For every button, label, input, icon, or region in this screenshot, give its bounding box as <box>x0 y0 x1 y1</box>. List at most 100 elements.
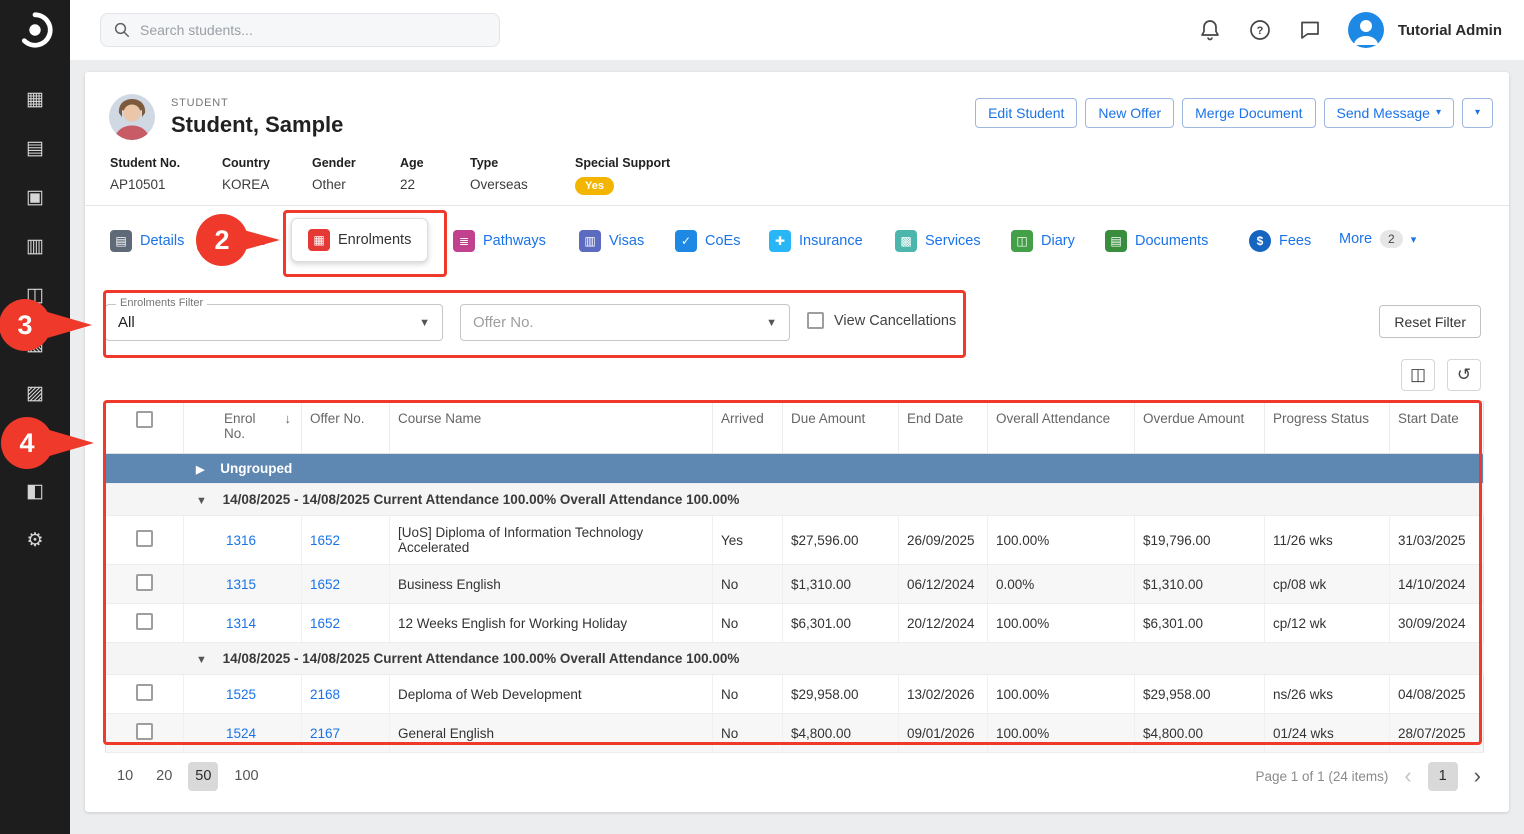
progress-status-cell: ns/26 wks <box>1265 675 1390 714</box>
enrol-no-link[interactable]: 1525 <box>226 687 256 702</box>
end-date-cell: 26/09/2025 <box>899 516 988 565</box>
column-header-overdue-amount[interactable]: Overdue Amount <box>1135 402 1265 454</box>
page-size-20[interactable]: 20 <box>149 762 179 791</box>
view-cancellations-toggle[interactable]: View Cancellations <box>807 312 956 329</box>
info-special-support: Special Support Yes <box>575 156 670 195</box>
send-message-button[interactable]: Send Message ▾ <box>1324 98 1454 128</box>
visas-icon: ▥ <box>579 230 601 252</box>
enrol-no-link[interactable]: 1314 <box>226 616 256 631</box>
current-page-button[interactable]: 1 <box>1428 762 1458 791</box>
offer-no-link[interactable]: 1652 <box>310 533 340 548</box>
user-menu[interactable]: Tutorial Admin <box>1348 12 1502 48</box>
sort-descending-icon[interactable]: ↓ <box>285 411 292 426</box>
enrolments-table: Enrol No. ↓ Offer No. Course Name Arrive… <box>105 401 1483 753</box>
services-briefcase-icon[interactable]: ▨ <box>0 382 70 406</box>
row-checkbox[interactable] <box>136 684 153 701</box>
page-size-50[interactable]: 50 <box>188 762 218 791</box>
topbar-right: ? Tutorial Admin <box>1198 0 1502 60</box>
tab-diary[interactable]: ◫ Diary <box>1011 230 1075 252</box>
table-row[interactable]: 1315 1652 Business English No $1,310.00 … <box>106 565 1484 604</box>
table-row[interactable]: 1316 1652 [UoS] Diploma of Information T… <box>106 516 1484 565</box>
edit-student-button[interactable]: Edit Student <box>975 98 1077 128</box>
select-all-checkbox[interactable] <box>136 411 153 428</box>
row-checkbox[interactable] <box>136 574 153 591</box>
progress-status-cell: cp/08 wk <box>1265 565 1390 604</box>
notifications-bell-icon[interactable] <box>1198 18 1222 42</box>
due-amount-cell: $27,596.00 <box>783 516 899 565</box>
enrolments-filter-label: Enrolments Filter <box>116 297 207 309</box>
settings-icon[interactable]: ⚙ <box>0 529 70 553</box>
tab-pathways[interactable]: ≣ Pathways <box>453 230 546 252</box>
tab-details[interactable]: ▤ Details <box>110 230 184 252</box>
more-actions-button[interactable]: ▾ <box>1462 98 1493 128</box>
row-checkbox[interactable] <box>136 723 153 740</box>
column-header-overall-attendance[interactable]: Overall Attendance <box>988 402 1135 454</box>
view-cancellations-checkbox[interactable] <box>807 312 824 329</box>
column-header-enrol-no[interactable]: Enrol No. <box>224 411 270 441</box>
tab-fees[interactable]: $ Fees <box>1249 230 1311 252</box>
offer-no-link[interactable]: 1652 <box>310 577 340 592</box>
student-avatar[interactable] <box>109 94 155 140</box>
start-date-cell: 30/09/2024 <box>1390 604 1484 643</box>
tab-enrolments[interactable]: ▦ Enrolments <box>291 218 428 262</box>
group-caption-row[interactable]: ▼ 14/08/2025 - 14/08/2025 Current Attend… <box>106 484 1484 516</box>
table-row[interactable]: 1525 2168 Deploma of Web Development No … <box>106 675 1484 714</box>
view-cancellations-label: View Cancellations <box>834 313 956 329</box>
search-box[interactable] <box>100 13 500 47</box>
offer-no-link[interactable]: 1652 <box>310 616 340 631</box>
column-chooser-icon[interactable]: ◫ <box>1401 359 1435 391</box>
new-offer-button[interactable]: New Offer <box>1085 98 1174 128</box>
attendance-cell: 0.00% <box>988 565 1135 604</box>
organisation-icon[interactable]: ◧ <box>0 480 70 504</box>
enrol-no-link[interactable]: 1316 <box>226 533 256 548</box>
merge-document-button[interactable]: Merge Document <box>1182 98 1315 128</box>
column-header-course-name[interactable]: Course Name <box>390 402 713 454</box>
tab-more[interactable]: More 2 ▾ <box>1339 230 1416 248</box>
app-logo[interactable] <box>0 0 70 60</box>
offer-no-link[interactable]: 2168 <box>310 687 340 702</box>
tab-insurance[interactable]: ✚ Insurance <box>769 230 863 252</box>
enrolments-grid-icon[interactable]: ▥ <box>0 235 70 259</box>
help-icon[interactable]: ? <box>1248 18 1272 42</box>
page-size-10[interactable]: 10 <box>110 762 140 791</box>
table-row[interactable]: 1314 1652 12 Weeks English for Working H… <box>106 604 1484 643</box>
page-size-100[interactable]: 100 <box>227 762 265 791</box>
collapse-down-icon[interactable]: ▼ <box>196 495 207 507</box>
column-header-start-date[interactable]: Start Date <box>1390 402 1484 454</box>
details-icon: ▤ <box>110 230 132 252</box>
refresh-history-icon[interactable]: ↺ <box>1447 359 1481 391</box>
column-header-offer-no[interactable]: Offer No. <box>302 402 390 454</box>
row-checkbox[interactable] <box>136 530 153 547</box>
row-checkbox[interactable] <box>136 613 153 630</box>
prev-page-icon[interactable]: ‹ <box>1404 765 1411 787</box>
collapse-down-icon[interactable]: ▼ <box>196 654 207 666</box>
group-row-ungrouped[interactable]: ▶ Ungrouped <box>106 454 1484 484</box>
offer-no-select[interactable]: Offer No. ▼ <box>460 304 790 341</box>
column-header-progress-status[interactable]: Progress Status <box>1265 402 1390 454</box>
table-row[interactable]: 1524 2167 General English No $4,800.00 0… <box>106 714 1484 753</box>
offers-stack-icon[interactable]: ▣ <box>0 186 70 210</box>
chat-icon[interactable] <box>1298 18 1322 42</box>
tab-visas[interactable]: ▥ Visas <box>579 230 644 252</box>
next-page-icon[interactable]: › <box>1474 765 1481 787</box>
search-input[interactable] <box>140 22 470 38</box>
tab-documents[interactable]: ▤ Documents <box>1105 230 1208 252</box>
attendance-cell: 100.00% <box>988 714 1135 753</box>
group-caption-row[interactable]: ▼ 14/08/2025 - 14/08/2025 Current Attend… <box>106 643 1484 675</box>
reset-filter-button[interactable]: Reset Filter <box>1379 305 1481 338</box>
column-header-due-amount[interactable]: Due Amount <box>783 402 899 454</box>
students-icon[interactable]: ▤ <box>0 137 70 161</box>
dashboard-icon[interactable]: ▦ <box>0 88 70 112</box>
progress-status-cell: cp/12 wk <box>1265 604 1390 643</box>
enrolments-filter-select[interactable]: Enrolments Filter All ▼ <box>105 304 443 341</box>
grid-tools: ◫ ↺ <box>1401 359 1481 391</box>
expand-right-icon[interactable]: ▶ <box>196 464 204 476</box>
tab-coes[interactable]: ✓ CoEs <box>675 230 740 252</box>
enrol-no-link[interactable]: 1315 <box>226 577 256 592</box>
tab-services[interactable]: ▩ Services <box>895 230 981 252</box>
progress-status-cell: 01/24 wks <box>1265 714 1390 753</box>
column-header-end-date[interactable]: End Date <box>899 402 988 454</box>
offer-no-link[interactable]: 2167 <box>310 726 340 741</box>
enrol-no-link[interactable]: 1524 <box>226 726 256 741</box>
column-header-arrived[interactable]: Arrived <box>713 402 783 454</box>
